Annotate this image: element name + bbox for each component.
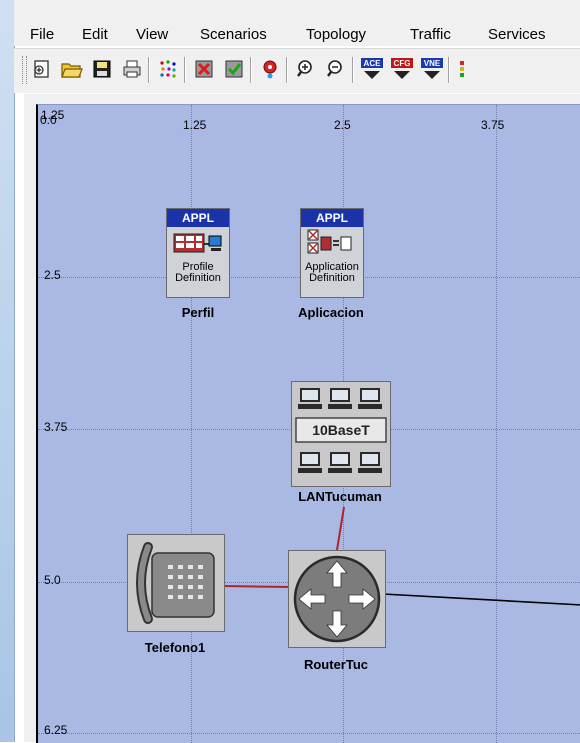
toolbar: ACE CFG VNE	[14, 48, 580, 93]
open-folder-icon	[61, 63, 83, 78]
toolbar-separator	[286, 57, 288, 83]
menu-file[interactable]: File	[30, 26, 54, 43]
node-label-lantucuman: LANTucuman	[298, 489, 382, 504]
application-definition-icon	[307, 229, 352, 254]
toolbar-separator	[148, 57, 150, 83]
zoom-in-icon	[297, 60, 312, 77]
print-button[interactable]	[118, 55, 146, 83]
zoom-out-button[interactable]	[322, 55, 350, 83]
svg-text:CFG: CFG	[394, 59, 411, 68]
partial-icon	[460, 61, 464, 77]
router-node[interactable]	[288, 550, 386, 648]
recover-node-button[interactable]	[220, 55, 248, 83]
pin-marker-icon	[263, 60, 277, 79]
toolbar-separator	[352, 57, 354, 83]
zoom-in-button[interactable]	[292, 55, 320, 83]
node-label-aplicacion: Aplicacion	[298, 305, 364, 320]
window-left-edge	[0, 0, 15, 742]
node-label-perfil: Perfil	[181, 305, 215, 320]
menu-edit[interactable]: Edit	[82, 26, 108, 43]
node-caption: Definition	[175, 272, 221, 284]
link-telefono-router[interactable]	[222, 585, 292, 588]
link-router-offscreen[interactable]	[382, 593, 580, 606]
profile-definition-node[interactable]: APPL Profile Definition	[166, 208, 230, 298]
recover-node-icon	[225, 60, 243, 78]
svg-text:ACE: ACE	[364, 59, 382, 68]
new-project-button[interactable]	[28, 55, 56, 83]
appl-header: APPL	[301, 209, 363, 227]
node-label-telefono1: Telefono1	[144, 640, 206, 655]
zoom-out-icon	[327, 60, 342, 77]
partial-toolbar-button[interactable]	[454, 55, 482, 83]
project-workspace-canvas[interactable]: 0.0 1.25 1.25 2.5 3.75 2.5 3.75 5.0 6.25…	[36, 104, 580, 743]
application-definition-node[interactable]: APPL Application Definition	[300, 208, 364, 298]
telephone-icon	[136, 542, 215, 624]
save-disk-icon	[93, 60, 111, 78]
menu-view[interactable]: View	[136, 26, 168, 43]
menu-topology[interactable]: Topology	[306, 26, 366, 43]
save-button[interactable]	[88, 55, 116, 83]
vne-icon: VNE	[421, 58, 443, 79]
profile-definition-icon	[173, 233, 222, 253]
toolbar-separator	[184, 57, 186, 83]
router-icon	[293, 555, 381, 643]
node-caption: Definition	[309, 272, 355, 284]
menu-services[interactable]: Services	[488, 26, 546, 43]
print-icon	[123, 60, 141, 78]
toolbar-separator	[448, 57, 450, 83]
cfg-button[interactable]: CFG	[388, 55, 416, 83]
telephone-node[interactable]	[127, 534, 225, 632]
new-project-icon	[34, 60, 49, 78]
open-button[interactable]	[58, 55, 86, 83]
cfg-icon: CFG	[391, 58, 413, 79]
menu-bar: File Edit View Scenarios Topology Traffi…	[14, 0, 580, 46]
fail-node-button[interactable]	[190, 55, 218, 83]
node-label-routertuc: RouterTuc	[303, 657, 369, 672]
toolbar-grip[interactable]	[22, 56, 27, 84]
vne-button[interactable]: VNE	[418, 55, 446, 83]
topology-dots-icon	[160, 60, 176, 78]
rapid-configuration-button[interactable]	[154, 55, 182, 83]
fail-node-icon	[195, 60, 213, 78]
toolbar-separator	[250, 57, 252, 83]
lan-panel-label: 10BaseT	[312, 422, 370, 438]
pin-button[interactable]	[256, 55, 284, 83]
menu-scenarios[interactable]: Scenarios	[200, 26, 267, 43]
appl-header: APPL	[167, 209, 229, 227]
lan-10baset-node[interactable]: 10BaseT	[291, 381, 391, 487]
ace-button[interactable]: ACE	[358, 55, 386, 83]
menu-traffic[interactable]: Traffic	[410, 26, 451, 43]
ace-icon: ACE	[361, 58, 383, 79]
svg-text:VNE: VNE	[424, 59, 441, 68]
link-lan-router[interactable]	[336, 506, 345, 551]
